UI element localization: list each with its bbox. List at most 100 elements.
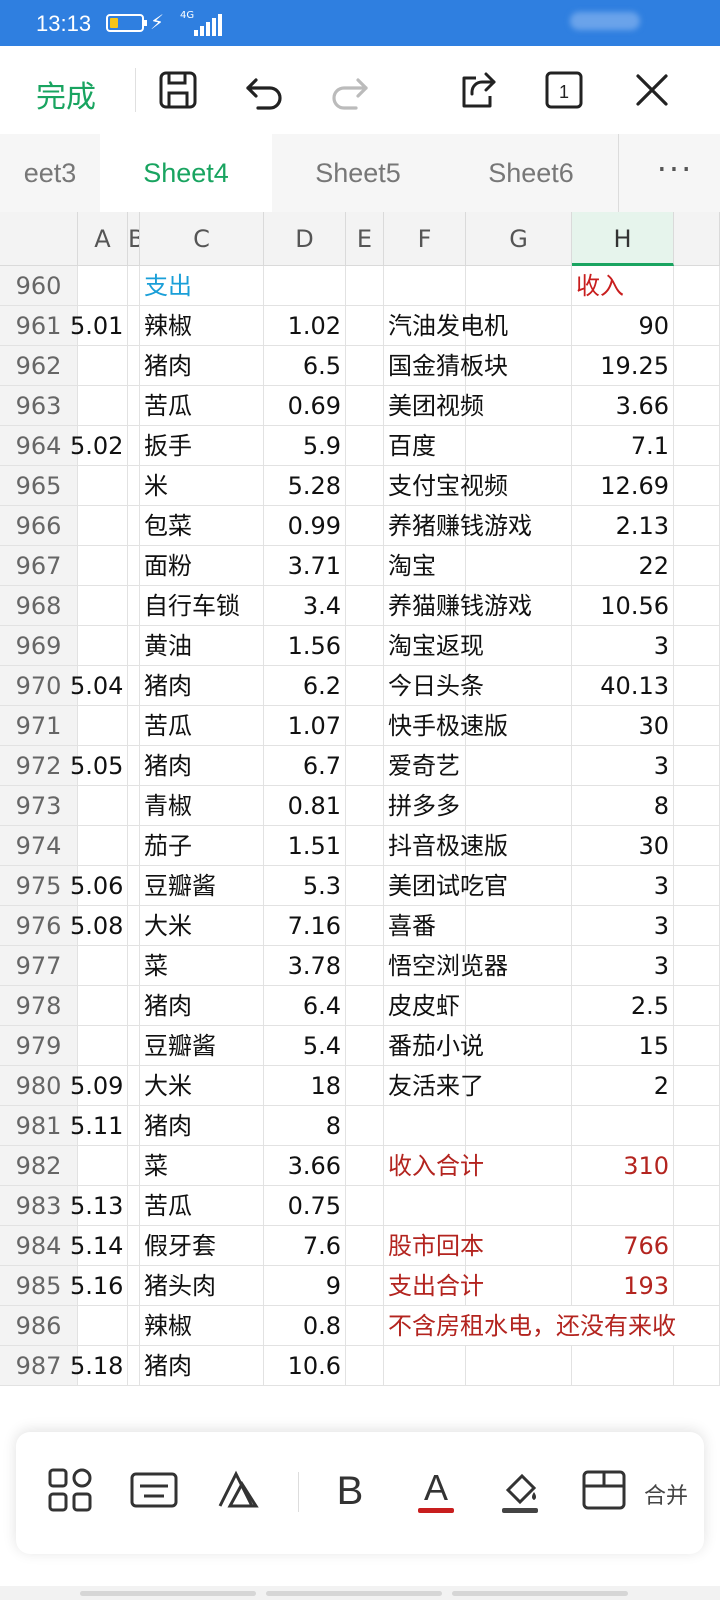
cell-e[interactable] — [346, 1146, 384, 1186]
cell-d[interactable]: 3.66 — [264, 1146, 346, 1186]
row-number[interactable]: 963 — [0, 386, 78, 426]
cell-f[interactable]: 今日头条 — [384, 666, 484, 706]
cell-d[interactable]: 0.69 — [264, 386, 346, 426]
row-number[interactable]: 985 — [0, 1266, 78, 1306]
cell-c[interactable]: 青椒 — [140, 786, 264, 826]
cell-c[interactable]: 自行车锁 — [140, 586, 264, 626]
cell-c[interactable]: 豆瓣酱 — [140, 1026, 264, 1066]
cell-a[interactable]: 5.05 — [70, 746, 128, 786]
cell-f[interactable]: 淘宝 — [384, 546, 466, 586]
cell-b[interactable] — [128, 266, 140, 306]
cell-i[interactable] — [674, 506, 720, 546]
cell-e[interactable] — [346, 346, 384, 386]
cell-d[interactable]: 5.4 — [264, 1026, 346, 1066]
cell-b[interactable] — [128, 1106, 140, 1146]
column-header-g[interactable]: G — [466, 212, 572, 266]
tab-sheet6[interactable]: Sheet6 — [444, 134, 619, 212]
cell-a[interactable]: 5.02 — [70, 426, 128, 466]
cell-e[interactable] — [346, 626, 384, 666]
row-number[interactable]: 966 — [0, 506, 78, 546]
row-number[interactable]: 969 — [0, 626, 78, 666]
cell-i[interactable] — [674, 1026, 720, 1066]
cell-f[interactable]: 美团视频 — [384, 386, 484, 426]
cell-g[interactable] — [466, 1346, 572, 1386]
cell-b[interactable] — [128, 546, 140, 586]
row-number[interactable]: 968 — [0, 586, 78, 626]
cell-e[interactable] — [346, 546, 384, 586]
cell-a[interactable]: 5.18 — [70, 1346, 128, 1386]
cell-c[interactable]: 菜 — [140, 946, 264, 986]
cell-f[interactable] — [384, 266, 466, 306]
cell-d[interactable]: 3.71 — [264, 546, 346, 586]
cell-a[interactable]: 5.14 — [70, 1226, 128, 1266]
cell-a[interactable] — [78, 986, 128, 1026]
cell-d[interactable]: 6.2 — [264, 666, 346, 706]
row-number[interactable]: 978 — [0, 986, 78, 1026]
row-number[interactable]: 979 — [0, 1026, 78, 1066]
cell-d[interactable]: 3.78 — [264, 946, 346, 986]
cell-f[interactable]: 抖音极速版 — [384, 826, 508, 866]
cell-b[interactable] — [128, 386, 140, 426]
cell-c[interactable]: 假牙套 — [140, 1226, 264, 1266]
cell-i[interactable] — [674, 826, 720, 866]
cell-c[interactable]: 辣椒 — [140, 306, 264, 346]
row-number[interactable]: 980 — [0, 1066, 78, 1106]
cell-c[interactable]: 猪肉 — [140, 986, 264, 1026]
cell-b[interactable] — [128, 946, 140, 986]
done-button[interactable]: 完成 — [36, 72, 96, 116]
cell-h[interactable]: 2.5 — [572, 986, 674, 1026]
fill-color-icon[interactable] — [490, 1460, 550, 1520]
cell-e[interactable] — [346, 826, 384, 866]
cell-c[interactable]: 豆瓣酱 — [140, 866, 264, 906]
cell-h[interactable]: 10.56 — [572, 586, 674, 626]
cell-d[interactable]: 0.75 — [264, 1186, 346, 1226]
cell-f[interactable]: 悟空浏览器 — [384, 946, 508, 986]
cell-d[interactable] — [264, 266, 346, 306]
cell-f[interactable]: 淘宝返现 — [384, 626, 484, 666]
row-number[interactable]: 961 — [0, 306, 78, 346]
cell-h[interactable]: 3 — [572, 626, 674, 666]
cell-f[interactable]: 拼多多 — [384, 786, 466, 826]
row-number[interactable]: 974 — [0, 826, 78, 866]
cell-h[interactable]: 收入 — [572, 266, 674, 306]
cell-i[interactable] — [674, 946, 720, 986]
cell-f[interactable]: 支出合计 — [384, 1266, 484, 1306]
cell-a[interactable] — [78, 626, 128, 666]
cell-a[interactable]: 5.11 — [70, 1106, 128, 1146]
cell-a[interactable] — [78, 1026, 128, 1066]
cell-a[interactable] — [78, 786, 128, 826]
row-number[interactable]: 983 — [0, 1186, 78, 1226]
cell-c[interactable]: 苦瓜 — [140, 1186, 264, 1226]
cell-b[interactable] — [128, 1346, 140, 1386]
column-header-d[interactable]: D — [264, 212, 346, 266]
cell-g[interactable] — [466, 1106, 572, 1146]
cell-c[interactable]: 猪肉 — [140, 1346, 264, 1386]
cell-h[interactable] — [572, 1106, 674, 1146]
column-header-c[interactable]: C — [140, 212, 264, 266]
bold-icon[interactable]: B — [320, 1460, 380, 1520]
font-color-icon[interactable]: A — [406, 1460, 466, 1520]
cell-e[interactable] — [346, 306, 384, 346]
clear-format-icon[interactable] — [208, 1460, 268, 1520]
cell-f[interactable]: 快手极速版 — [384, 706, 508, 746]
cell-g[interactable] — [466, 546, 572, 586]
cell-i[interactable] — [674, 626, 720, 666]
row-number[interactable]: 967 — [0, 546, 78, 586]
cell-f[interactable]: 养猫赚钱游戏 — [384, 586, 532, 626]
cell-a[interactable]: 5.09 — [70, 1066, 128, 1106]
cell-f[interactable]: 番茄小说 — [384, 1026, 484, 1066]
cell-f[interactable]: 百度 — [384, 426, 466, 466]
cell-a[interactable]: 5.01 — [70, 306, 128, 346]
cell-d[interactable]: 18 — [264, 1066, 346, 1106]
cell-d[interactable]: 5.28 — [264, 466, 346, 506]
cell-c[interactable]: 辣椒 — [140, 1306, 264, 1346]
cell-d[interactable]: 6.4 — [264, 986, 346, 1026]
cell-g[interactable] — [466, 786, 572, 826]
redo-icon[interactable] — [328, 68, 372, 112]
cell-e[interactable] — [346, 426, 384, 466]
cell-e[interactable] — [346, 1266, 384, 1306]
cell-h[interactable]: 7.1 — [572, 426, 674, 466]
cell-d[interactable]: 0.99 — [264, 506, 346, 546]
cell-b[interactable] — [128, 826, 140, 866]
cell-d[interactable]: 5.9 — [264, 426, 346, 466]
